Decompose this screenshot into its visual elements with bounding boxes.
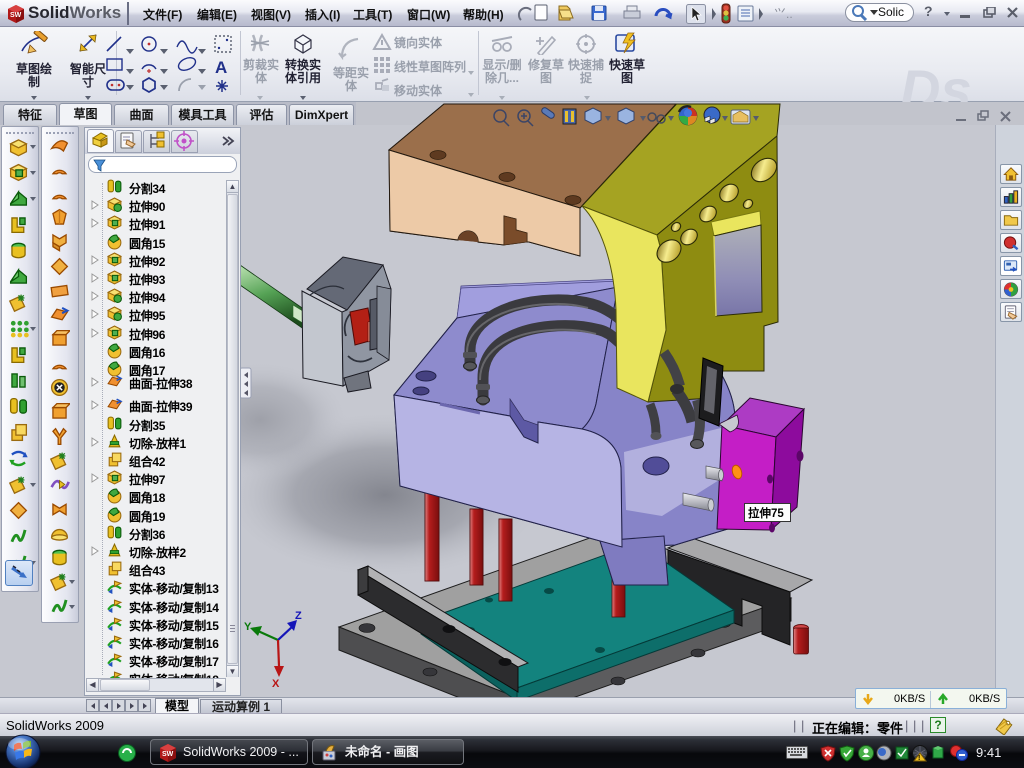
svg-text:X: X (272, 678, 280, 690)
svg-text:SW: SW (162, 751, 174, 758)
svg-text:!: ! (918, 755, 920, 762)
svg-text:SW: SW (10, 12, 22, 19)
svg-text:Y: Y (244, 621, 252, 633)
svg-text:拉伸75: 拉伸75 (748, 506, 784, 520)
svg-text:Z: Z (295, 610, 302, 622)
svg-text:⺍..: ⺍.. (774, 7, 793, 21)
svg-text:A: A (215, 58, 227, 77)
